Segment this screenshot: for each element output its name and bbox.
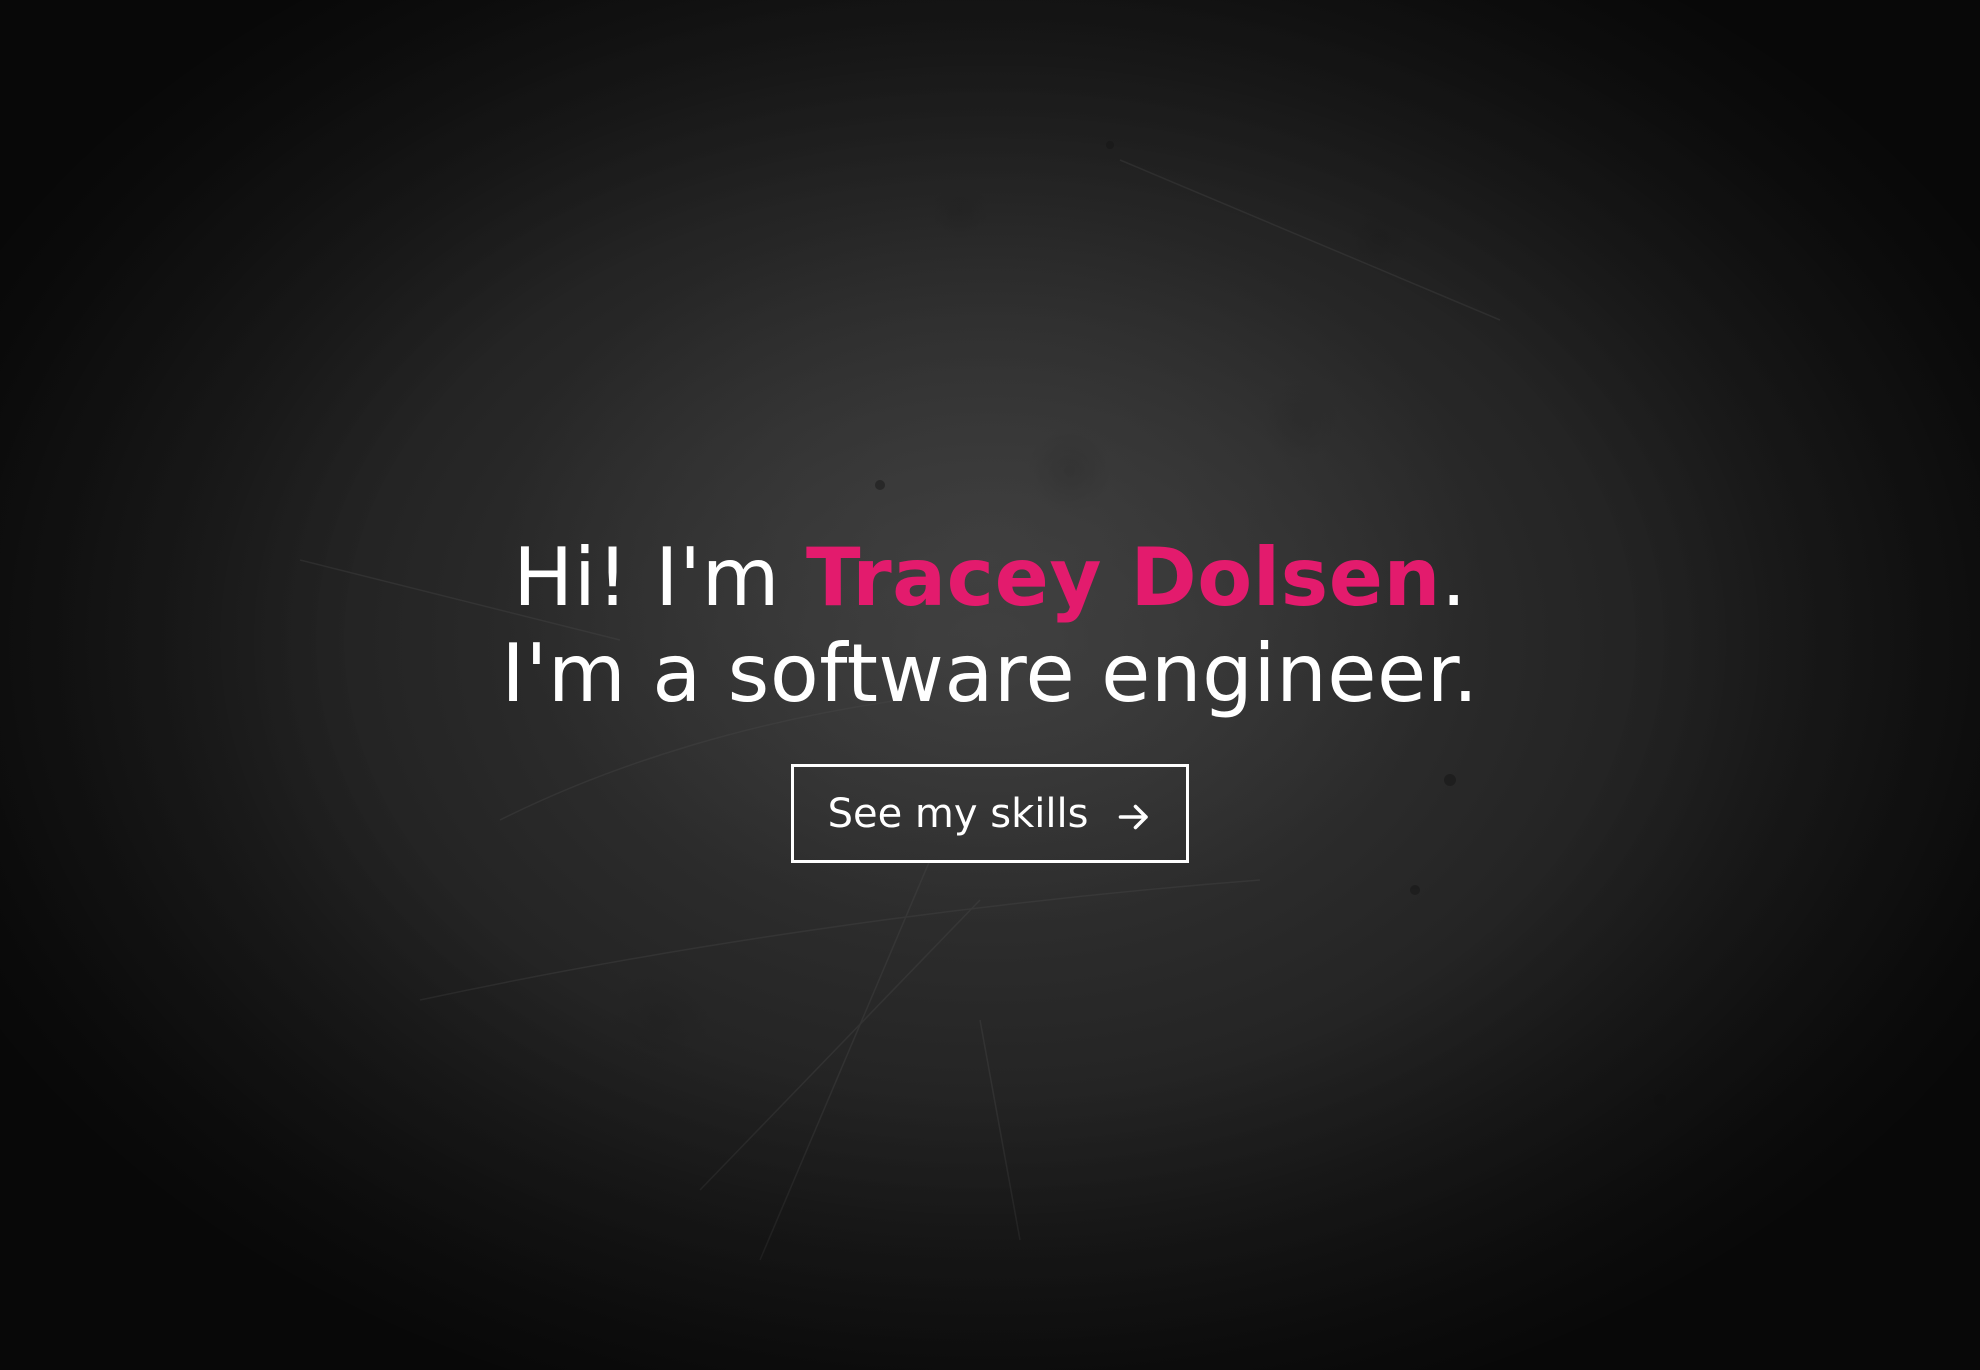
hero-heading: Hi! I'm Tracey Dolsen. I'm a software en…	[0, 530, 1980, 722]
arrow-right-icon	[1119, 804, 1149, 829]
hero-name: Tracey Dolsen	[805, 531, 1441, 624]
greeting-text: Hi! I'm	[513, 531, 806, 624]
name-period: .	[1440, 531, 1467, 624]
hero-tagline: I'm a software engineer.	[501, 627, 1479, 720]
hero-section: Hi! I'm Tracey Dolsen. I'm a software en…	[0, 530, 1980, 863]
see-my-skills-button[interactable]: See my skills	[791, 764, 1189, 863]
see-my-skills-label: See my skills	[827, 790, 1089, 837]
